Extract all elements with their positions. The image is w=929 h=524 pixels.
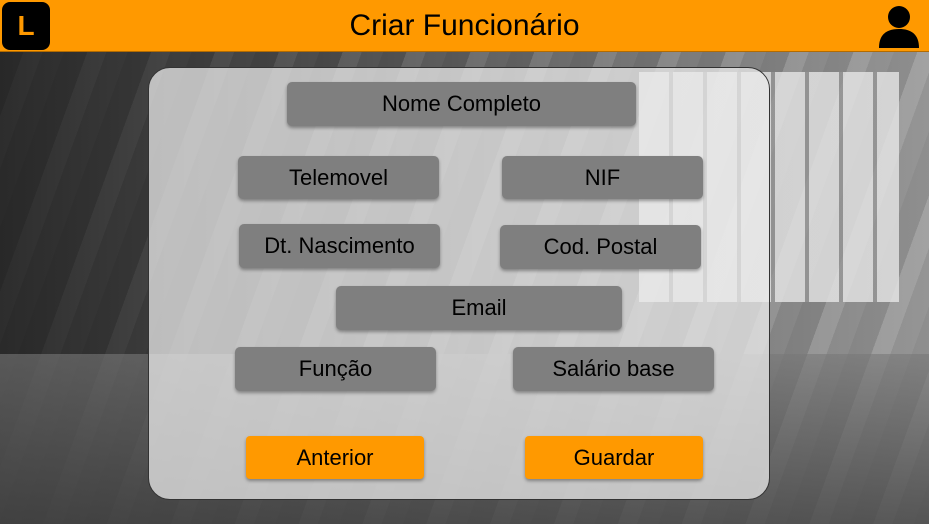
email-field[interactable]: Email (336, 286, 622, 330)
page-title: Criar Funcionário (349, 9, 580, 42)
previous-button[interactable]: Anterior (246, 436, 424, 479)
nome-completo-field[interactable]: Nome Completo (287, 82, 636, 126)
app-logo[interactable]: L (2, 2, 50, 50)
nif-field[interactable]: NIF (502, 156, 703, 199)
salario-base-field[interactable]: Salário base (513, 347, 714, 391)
cod-postal-field[interactable]: Cod. Postal (500, 225, 701, 269)
top-bar: L Criar Funcionário (0, 0, 929, 52)
funcao-field[interactable]: Função (235, 347, 436, 391)
user-profile-icon[interactable] (877, 4, 921, 48)
telemovel-field[interactable]: Telemovel (238, 156, 439, 199)
save-button[interactable]: Guardar (525, 436, 703, 479)
logo-letter: L (17, 10, 35, 41)
dt-nascimento-field[interactable]: Dt. Nascimento (239, 224, 440, 268)
